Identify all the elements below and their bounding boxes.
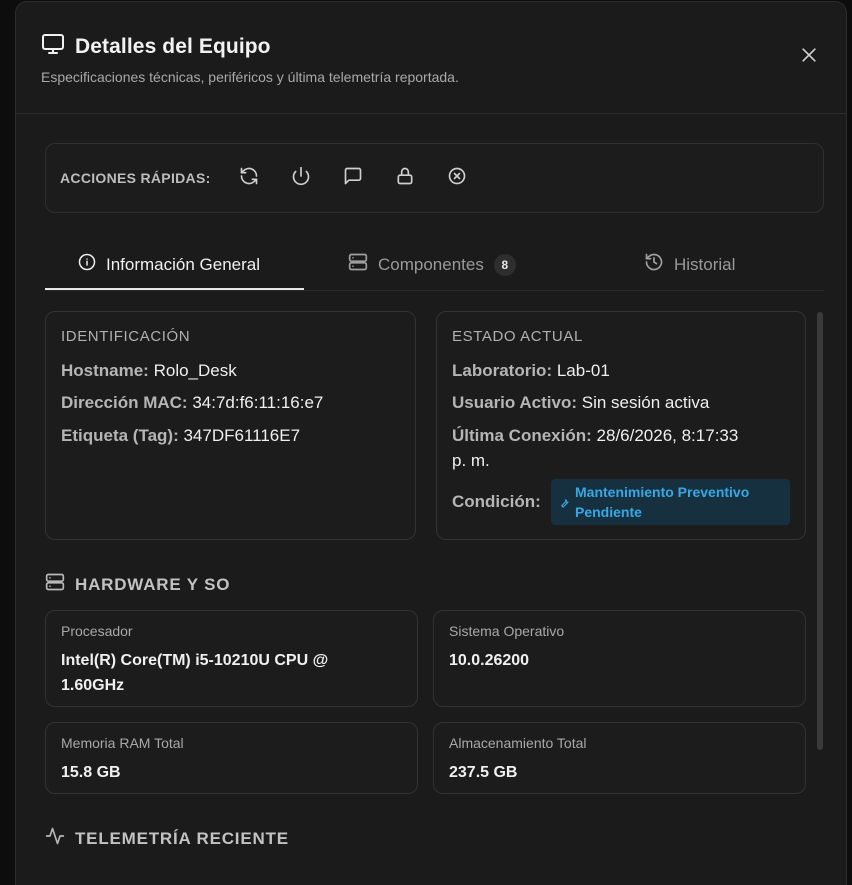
ram-value: 15.8 GB: [61, 764, 121, 781]
tab-bar: Información General Componentes 8 Histor…: [45, 238, 824, 291]
mac-row: Dirección MAC: 34:7d:f6:11:16:e7: [61, 390, 323, 415]
identificacion-card: IDENTIFICACIÓN Hostname: Rolo_Desk Direc…: [45, 311, 416, 540]
mac-label: Dirección MAC:: [61, 393, 188, 412]
os-card: Sistema Operativo 10.0.26200: [433, 610, 806, 707]
condition-label: Condición:: [452, 492, 541, 511]
tab-label: Información General: [106, 254, 261, 274]
quick-actions-bar: ACCIONES RÁPIDAS:: [45, 143, 824, 213]
lab-label: Laboratorio:: [452, 361, 553, 380]
close-icon: [799, 45, 819, 70]
tab-historial[interactable]: Historial: [644, 238, 735, 291]
quick-actions-label: ACCIONES RÁPIDAS:: [60, 170, 211, 186]
tab-label: Componentes: [378, 254, 484, 274]
info-icon: [78, 253, 96, 276]
last-connection-suffix: p. m.: [452, 451, 490, 470]
lock-button[interactable]: [393, 166, 417, 190]
cpu-value-line-1: Intel(R) Core(TM) i5-10210U CPU @: [61, 652, 329, 669]
lock-icon: [395, 166, 415, 191]
tag-value: 347DF61116E7: [183, 426, 301, 445]
estado-card: ESTADO ACTUAL Laboratorio: Lab-01 Usuari…: [436, 311, 806, 540]
card-title: IDENTIFICACIÓN: [61, 328, 191, 345]
ram-card: Memoria RAM Total 15.8 GB: [45, 722, 418, 794]
scrollbar[interactable]: [817, 312, 823, 750]
title-row: Detalles del Equipo: [41, 32, 271, 61]
hardware-section-header: HARDWARE Y SO: [45, 572, 230, 597]
close-circle-icon: [447, 166, 467, 191]
condition-badge: Mantenimiento Preventivo Pendiente: [551, 479, 790, 525]
server-icon: [45, 572, 65, 597]
telemetry-section-title: TELEMETRÍA RECIENTE: [75, 828, 289, 848]
message-icon: [343, 166, 363, 191]
condition-line-1: Mantenimiento Preventivo: [575, 484, 750, 500]
os-label: Sistema Operativo: [449, 623, 565, 639]
telemetry-section-header: TELEMETRÍA RECIENTE: [45, 826, 289, 851]
cpu-value: Intel(R) Core(TM) i5-10210U CPU @ 1.60GH…: [61, 648, 328, 698]
storage-card: Almacenamiento Total 237.5 GB: [433, 722, 806, 794]
active-tab-indicator: [45, 288, 304, 290]
card-title: ESTADO ACTUAL: [452, 328, 583, 345]
close-button[interactable]: [798, 46, 820, 68]
last-connection-label: Última Conexión:: [452, 426, 592, 445]
history-icon: [644, 252, 664, 277]
hostname-value: Rolo_Desk: [153, 361, 237, 380]
modal-title: Detalles del Equipo: [75, 34, 271, 58]
tab-label: Historial: [674, 254, 736, 274]
user-row: Usuario Activo: Sin sesión activa: [452, 390, 709, 415]
user-value: Sin sesión activa: [581, 393, 710, 412]
hostname-label: Hostname:: [61, 361, 149, 380]
modal-subtitle: Especificaciones técnicas, periféricos y…: [41, 69, 459, 85]
tab-componentes[interactable]: Componentes 8: [348, 238, 516, 291]
mac-value: 34:7d:f6:11:16:e7: [192, 393, 324, 412]
cpu-card: Procesador Intel(R) Core(TM) i5-10210U C…: [45, 610, 418, 707]
power-button[interactable]: [289, 166, 313, 190]
modal-header: Detalles del Equipo Especificaciones téc…: [16, 2, 846, 114]
power-icon: [291, 166, 311, 191]
refresh-icon: [239, 166, 259, 191]
message-button[interactable]: [341, 166, 365, 190]
lab-value: Lab-01: [556, 361, 610, 380]
monitor-icon: [41, 32, 65, 61]
tab-informacion-general[interactable]: Información General: [78, 238, 260, 291]
equipment-details-modal: Detalles del Equipo Especificaciones téc…: [15, 1, 847, 885]
activity-icon: [45, 826, 65, 851]
cpu-value-line-2: 1.60GHz: [61, 677, 125, 694]
tag-row: Etiqueta (Tag): 347DF61116E7: [61, 423, 300, 448]
os-value: 10.0.26200: [449, 652, 530, 669]
hostname-row: Hostname: Rolo_Desk: [61, 358, 237, 383]
disconnect-button[interactable]: [445, 166, 469, 190]
tag-label: Etiqueta (Tag):: [61, 426, 179, 445]
lab-row: Laboratorio: Lab-01: [452, 358, 610, 383]
hardware-section-title: HARDWARE Y SO: [75, 574, 231, 594]
server-icon: [348, 252, 368, 277]
components-count-badge: 8: [493, 253, 516, 276]
storage-value: 237.5 GB: [449, 764, 518, 781]
condition-line-2: Pendiente: [575, 504, 642, 520]
last-connection-row: Última Conexión: 28/6/2026, 8:17:33 p. m…: [452, 423, 738, 473]
wrench-icon: [559, 493, 570, 513]
user-label: Usuario Activo:: [452, 393, 578, 412]
refresh-button[interactable]: [237, 166, 261, 190]
ram-label: Memoria RAM Total: [61, 735, 184, 751]
storage-label: Almacenamiento Total: [449, 735, 587, 751]
cpu-label: Procesador: [61, 623, 133, 639]
last-connection-value: 28/6/2026, 8:17:33: [596, 426, 739, 445]
